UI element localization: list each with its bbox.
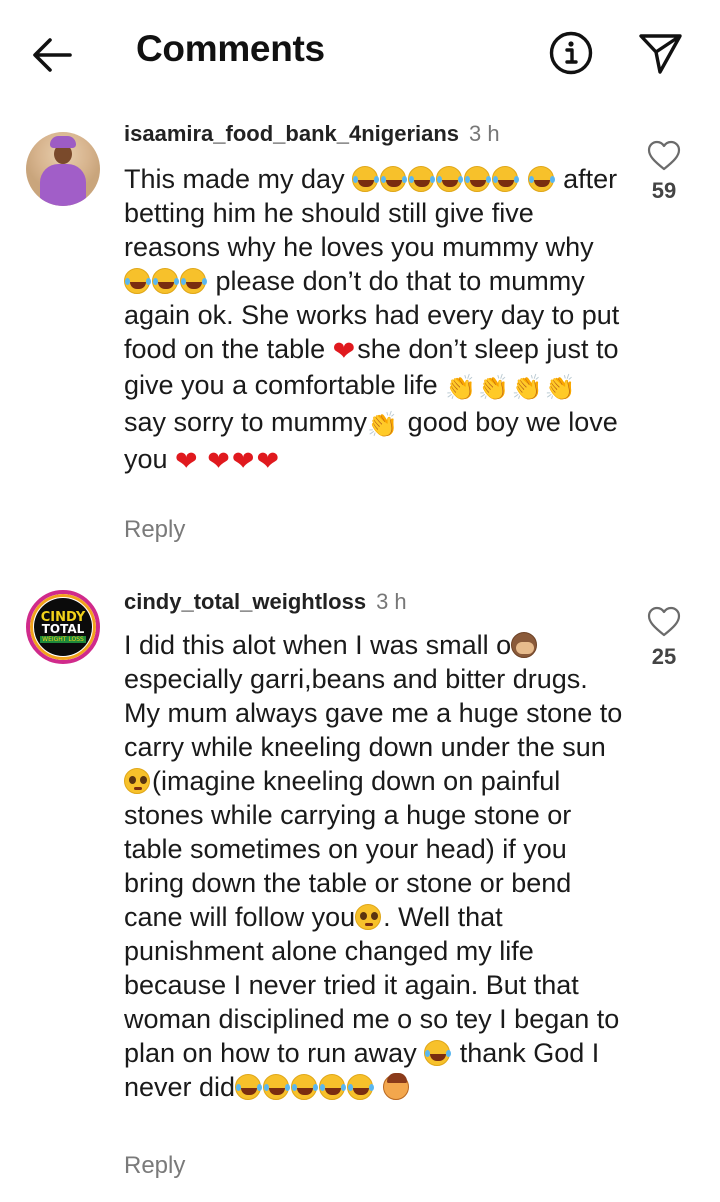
rolling-laughing-emoji-icon [263,1074,290,1100]
laughing-tears-emoji-icon [492,166,519,192]
arrow-left-icon[interactable] [28,30,78,80]
laughing-tears-emoji-icon [124,268,150,294]
comment-text-part: I did this alot when I was small o [124,630,512,660]
rolling-laughing-emoji-icon [319,1074,346,1100]
avatar-logo-text: TOTAL [41,622,85,636]
laughing-tears-emoji-icon [180,268,206,294]
laughing-tears-emoji-icon [527,166,554,192]
laughing-tears-emoji-icon [408,166,435,192]
heart-icon[interactable] [647,140,681,172]
comment-meta: isaamira_food_bank_4nigerians 3 h [124,120,500,148]
info-icon[interactable] [548,30,594,76]
clapping-hands-emoji-icon: 👏 [367,411,399,439]
comment-text-part: (imagine kneeling down on painful stones… [124,766,572,932]
comment-meta: cindy_total_weightloss 3 h [124,588,407,616]
like-column: 25 [640,606,688,670]
pleading-face-emoji-icon [124,768,150,794]
laughing-tears-emoji-icon [380,166,407,192]
rolling-laughing-emoji-icon [235,1074,262,1100]
comment-text-part: especially garri,beans and bitter drugs.… [124,664,623,762]
rolling-laughing-emoji-icon [347,1074,374,1100]
laughing-tears-emoji-icon [152,268,178,294]
avatar[interactable] [26,132,100,206]
reply-button[interactable]: Reply [124,1152,185,1180]
timestamp: 3 h [469,121,500,146]
like-count: 59 [651,178,677,203]
like-column: 59 [640,140,688,204]
rolling-laughing-emoji-icon [291,1074,318,1100]
comment-text: This made my day after betting him he sh… [124,162,624,478]
comment-text-part: say sorry to mummy [124,407,368,437]
reply-button[interactable]: Reply [124,516,185,544]
facepalm-emoji-icon [382,1073,409,1100]
heart-icon[interactable] [647,606,681,638]
laughing-tears-emoji-icon [352,166,379,192]
avatar[interactable]: CINDY TOTAL WEIGHT LOSS [26,590,100,664]
laughing-tears-emoji-icon [464,166,491,192]
red-heart-emoji-icon: ❤ [256,446,280,476]
avatar-logo-text: WEIGHT LOSS [40,636,86,643]
comment-text-part: This made my day [124,164,353,194]
red-heart-emoji-icon: ❤ [231,446,255,476]
timestamp: 3 h [376,589,407,614]
page-title: Comments [136,28,325,69]
red-heart-emoji-icon: ❤ [332,336,356,366]
like-count: 25 [651,644,677,669]
clapping-hands-emoji-icon: 👏 [544,374,576,402]
comment-text: I did this alot when I was small o espec… [124,628,624,1104]
clapping-hands-emoji-icon: 👏 [511,374,543,402]
pleading-face-emoji-icon [355,904,382,930]
red-heart-emoji-icon: ❤ [175,446,198,476]
top-bar: Comments [0,0,720,106]
red-heart-emoji-icon: ❤ [207,446,230,476]
clapping-hands-emoji-icon: 👏 [445,374,477,402]
rolling-laughing-emoji-icon [424,1040,451,1066]
paper-plane-icon[interactable] [636,30,684,76]
see-no-evil-monkey-emoji-icon [511,632,538,658]
username[interactable]: cindy_total_weightloss [124,589,366,614]
clapping-hands-emoji-icon: 👏 [478,374,510,402]
laughing-tears-emoji-icon [436,166,463,192]
username[interactable]: isaamira_food_bank_4nigerians [124,121,459,146]
